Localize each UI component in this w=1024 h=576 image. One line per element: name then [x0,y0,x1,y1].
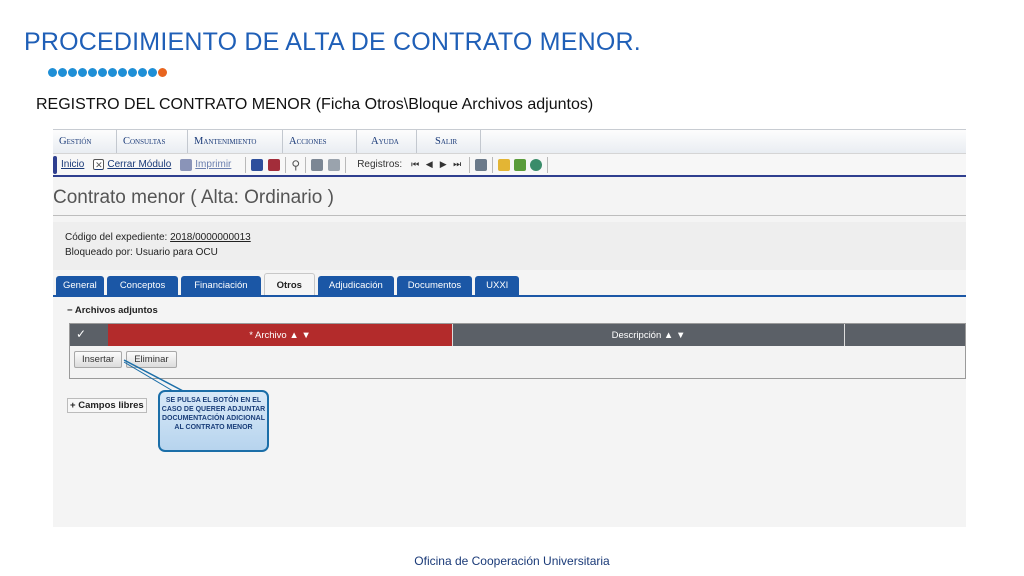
callout-note: SE PULSA EL BOTÓN EN EL CASO DE QUERER A… [158,390,269,452]
callout-pointer [123,359,186,395]
slide-footer: Oficina de Cooperación Universitaria [414,554,610,568]
